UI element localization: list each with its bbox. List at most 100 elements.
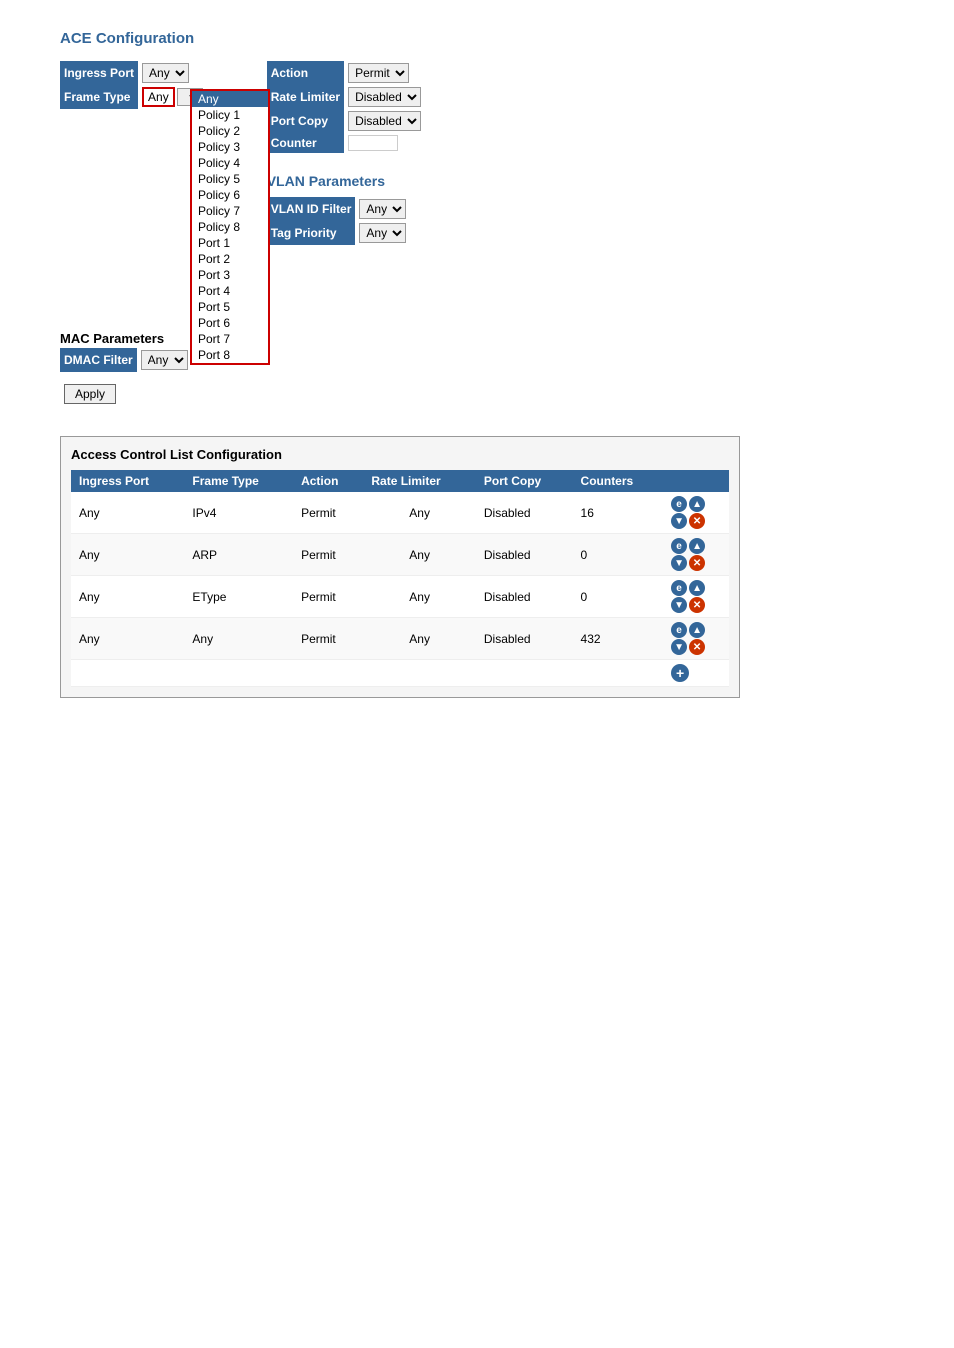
vlan-section-title: VLAN Parameters (267, 173, 527, 189)
table-row: Any Any Permit Any Disabled 432 e ▲ ▼ ✕ (71, 618, 729, 660)
rate-limiter-row: Rate Limiter Disabled 1 2 (267, 85, 425, 109)
col-counters: Counters (573, 470, 664, 492)
delete-button-row1[interactable]: ✕ (689, 513, 705, 529)
frame-type-value: Any (142, 87, 175, 107)
cell-counters: 432 (573, 618, 664, 660)
action-section: Action Permit Deny Rate Limiter Disabled… (267, 61, 527, 153)
ingress-port-row: Ingress Port Any (60, 61, 207, 85)
cell-port-copy: Disabled (476, 534, 573, 576)
ace-config-area: Ingress Port Any Frame Type Any (60, 61, 894, 406)
cell-action: Permit (293, 492, 363, 534)
port-copy-row: Port Copy Disabled (267, 109, 425, 133)
dropdown-option-policy1[interactable]: Policy 1 (192, 107, 268, 123)
cell-row-actions: e ▲ ▼ ✕ (663, 618, 729, 660)
cell-port-copy: Disabled (476, 618, 573, 660)
counter-row: Counter 0 (267, 133, 425, 153)
rate-limiter-label: Rate Limiter (267, 85, 344, 109)
edit-button-row1[interactable]: e (671, 496, 687, 512)
cell-ingress-port: Any (71, 534, 184, 576)
mac-params-row: MAC Parameters (60, 329, 192, 348)
delete-button-row3[interactable]: ✕ (689, 597, 705, 613)
col-frame-type: Frame Type (184, 470, 293, 492)
dropdown-option-port4[interactable]: Port 4 (192, 283, 268, 299)
frame-type-row: Frame Type Any (60, 85, 207, 109)
dropdown-option-policy7[interactable]: Policy 7 (192, 203, 268, 219)
down-button-row1[interactable]: ▼ (671, 513, 687, 529)
counter-label: Counter (267, 133, 344, 153)
down-button-row4[interactable]: ▼ (671, 639, 687, 655)
dropdown-option-policy8[interactable]: Policy 8 (192, 219, 268, 235)
dropdown-option-port3[interactable]: Port 3 (192, 267, 268, 283)
dropdown-option-policy3[interactable]: Policy 3 (192, 139, 268, 155)
col-rate-limiter: Rate Limiter (363, 470, 476, 492)
down-button-row2[interactable]: ▼ (671, 555, 687, 571)
cell-port-copy: Disabled (476, 492, 573, 534)
cell-action: Permit (293, 534, 363, 576)
up-button-row3[interactable]: ▲ (689, 580, 705, 596)
ingress-port-label: Ingress Port (60, 61, 138, 85)
table-row: Any ARP Permit Any Disabled 0 e ▲ ▼ ✕ (71, 534, 729, 576)
cell-row-actions: e ▲ ▼ ✕ (663, 534, 729, 576)
cell-counters: 0 (573, 534, 664, 576)
table-row: Any EType Permit Any Disabled 0 e ▲ ▼ ✕ (71, 576, 729, 618)
dropdown-option-policy2[interactable]: Policy 2 (192, 123, 268, 139)
cell-port-copy: Disabled (476, 576, 573, 618)
up-button-row2[interactable]: ▲ (689, 538, 705, 554)
dropdown-option-policy4[interactable]: Policy 4 (192, 155, 268, 171)
cell-rate-limiter: Any (363, 492, 476, 534)
dropdown-option-port1[interactable]: Port 1 (192, 235, 268, 251)
delete-button-row2[interactable]: ✕ (689, 555, 705, 571)
dropdown-option-port5[interactable]: Port 5 (192, 299, 268, 315)
col-ingress-port: Ingress Port (71, 470, 184, 492)
counter-input[interactable]: 0 (348, 135, 398, 151)
ace-form-table: Ingress Port Any Frame Type Any (60, 61, 207, 109)
left-panel: Ingress Port Any Frame Type Any (60, 61, 207, 406)
dropdown-option-port8[interactable]: Port 8 (192, 347, 268, 363)
tag-priority-row: Tag Priority Any (267, 221, 411, 245)
acl-header-row: Ingress Port Frame Type Action Rate Limi… (71, 470, 729, 492)
edit-button-row4[interactable]: e (671, 622, 687, 638)
frame-type-dropdown[interactable]: Any Policy 1 Policy 2 Policy 3 Policy 4 … (190, 89, 270, 365)
apply-button[interactable]: Apply (64, 384, 116, 404)
up-button-row4[interactable]: ▲ (689, 622, 705, 638)
action-row: Action Permit Deny (267, 61, 425, 85)
dmac-filter-row: DMAC Filter Any (60, 348, 192, 372)
page-title: ACE Configuration (60, 30, 894, 47)
dropdown-option-any[interactable]: Any (192, 91, 268, 107)
vlan-id-filter-select[interactable]: Any (359, 199, 406, 219)
up-button-row1[interactable]: ▲ (689, 496, 705, 512)
col-actions (663, 470, 729, 492)
dropdown-option-port7[interactable]: Port 7 (192, 331, 268, 347)
edit-button-row2[interactable]: e (671, 538, 687, 554)
dropdown-option-policy5[interactable]: Policy 5 (192, 171, 268, 187)
cell-rate-limiter: Any (363, 576, 476, 618)
vlan-id-filter-row: VLAN ID Filter Any (267, 197, 411, 221)
dropdown-option-port6[interactable]: Port 6 (192, 315, 268, 331)
port-copy-select[interactable]: Disabled (348, 111, 421, 131)
action-select[interactable]: Permit Deny (348, 63, 409, 83)
ingress-port-select[interactable]: Any (142, 63, 189, 83)
cell-frame-type: ARP (184, 534, 293, 576)
frame-type-label: Frame Type (60, 85, 138, 109)
dmac-filter-label: DMAC Filter (60, 348, 137, 372)
delete-button-row4[interactable]: ✕ (689, 639, 705, 655)
add-row: + (71, 660, 729, 687)
add-button[interactable]: + (671, 664, 689, 682)
down-button-row3[interactable]: ▼ (671, 597, 687, 613)
vlan-id-filter-label: VLAN ID Filter (267, 197, 356, 221)
tag-priority-label: Tag Priority (267, 221, 356, 245)
dropdown-option-port2[interactable]: Port 2 (192, 251, 268, 267)
acl-table: Ingress Port Frame Type Action Rate Limi… (71, 470, 729, 687)
mac-params-section: MAC Parameters DMAC Filter Any Apply (60, 329, 207, 406)
cell-rate-limiter: Any (363, 618, 476, 660)
dmac-filter-select[interactable]: Any (141, 350, 188, 370)
cell-ingress-port: Any (71, 618, 184, 660)
col-action: Action (293, 470, 363, 492)
tag-priority-select[interactable]: Any (359, 223, 406, 243)
rate-limiter-select[interactable]: Disabled 1 2 (348, 87, 421, 107)
edit-button-row3[interactable]: e (671, 580, 687, 596)
cell-action: Permit (293, 618, 363, 660)
cell-ingress-port: Any (71, 576, 184, 618)
dropdown-option-policy6[interactable]: Policy 6 (192, 187, 268, 203)
table-row: Any IPv4 Permit Any Disabled 16 e ▲ ▼ ✕ (71, 492, 729, 534)
